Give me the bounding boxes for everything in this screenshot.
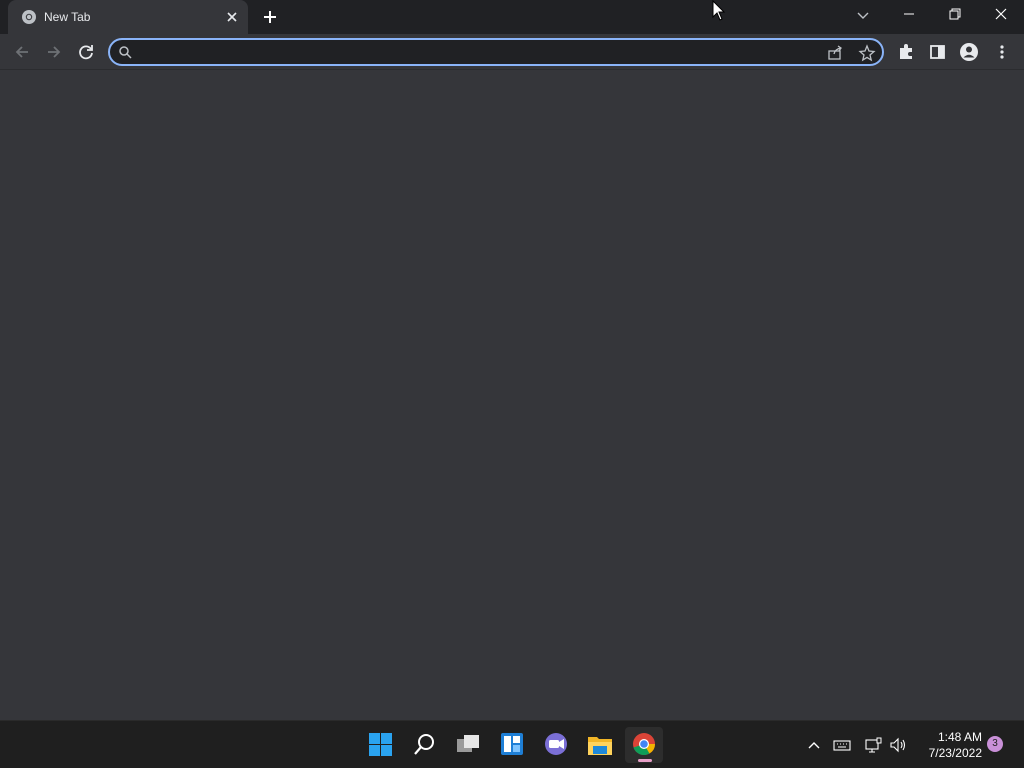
new-tab-button[interactable]	[258, 6, 282, 28]
page-content	[0, 71, 1024, 720]
tab-new-tab[interactable]: New Tab	[8, 0, 248, 34]
tab-title: New Tab	[44, 10, 91, 24]
clock-time: 1:48 AM	[937, 730, 982, 744]
share-icon[interactable]	[826, 44, 844, 62]
tab-strip: New Tab	[0, 0, 1024, 34]
start-icon	[369, 733, 392, 756]
notification-badge[interactable]: 3	[987, 736, 1003, 752]
taskbar-search-button[interactable]	[405, 727, 443, 763]
chrome-taskbar-button[interactable]	[625, 727, 663, 763]
file-explorer-button[interactable]	[581, 727, 619, 763]
chrome-icon	[22, 10, 36, 24]
reload-icon[interactable]	[72, 38, 100, 66]
browser-toolbar	[0, 34, 1024, 70]
file-explorer-icon	[588, 737, 612, 755]
extensions-icon[interactable]	[892, 38, 920, 66]
network-icon[interactable]	[863, 735, 883, 755]
forward-arrow-icon[interactable]	[40, 38, 68, 66]
task-view-button[interactable]	[449, 727, 487, 763]
restore-icon[interactable]	[932, 0, 978, 30]
search-icon	[119, 46, 132, 59]
active-app-indicator	[638, 759, 652, 762]
teams-chat-button[interactable]	[537, 727, 575, 763]
task-view-icon	[457, 735, 479, 752]
address-input[interactable]	[140, 42, 810, 62]
search-icon	[414, 734, 434, 755]
window-close-icon[interactable]	[978, 0, 1024, 30]
close-icon[interactable]	[224, 9, 240, 25]
chrome-window: New Tab	[0, 0, 1024, 720]
keyboard-icon[interactable]	[832, 735, 852, 755]
profile-avatar-icon[interactable]	[955, 38, 983, 66]
start-button[interactable]	[361, 727, 399, 763]
back-arrow-icon[interactable]	[8, 38, 36, 66]
bookmark-star-icon[interactable]	[858, 44, 876, 62]
teams-chat-icon	[545, 733, 567, 755]
chrome-icon	[633, 733, 655, 756]
side-panel-icon[interactable]	[923, 38, 951, 66]
minimize-icon[interactable]	[886, 0, 932, 30]
volume-icon[interactable]	[888, 735, 908, 755]
chevron-up-icon[interactable]	[804, 735, 824, 755]
address-bar[interactable]	[108, 38, 884, 66]
mouse-cursor-icon	[712, 0, 726, 21]
clock-date: 7/23/2022	[928, 746, 982, 760]
chevron-down-icon[interactable]	[850, 4, 876, 26]
clock[interactable]: 1:48 AM 7/23/2022	[918, 729, 982, 761]
more-menu-icon[interactable]	[988, 38, 1016, 66]
widgets-button[interactable]	[493, 727, 531, 763]
widgets-icon	[501, 733, 523, 755]
taskbar: 1:48 AM 7/23/2022	[0, 720, 1024, 768]
